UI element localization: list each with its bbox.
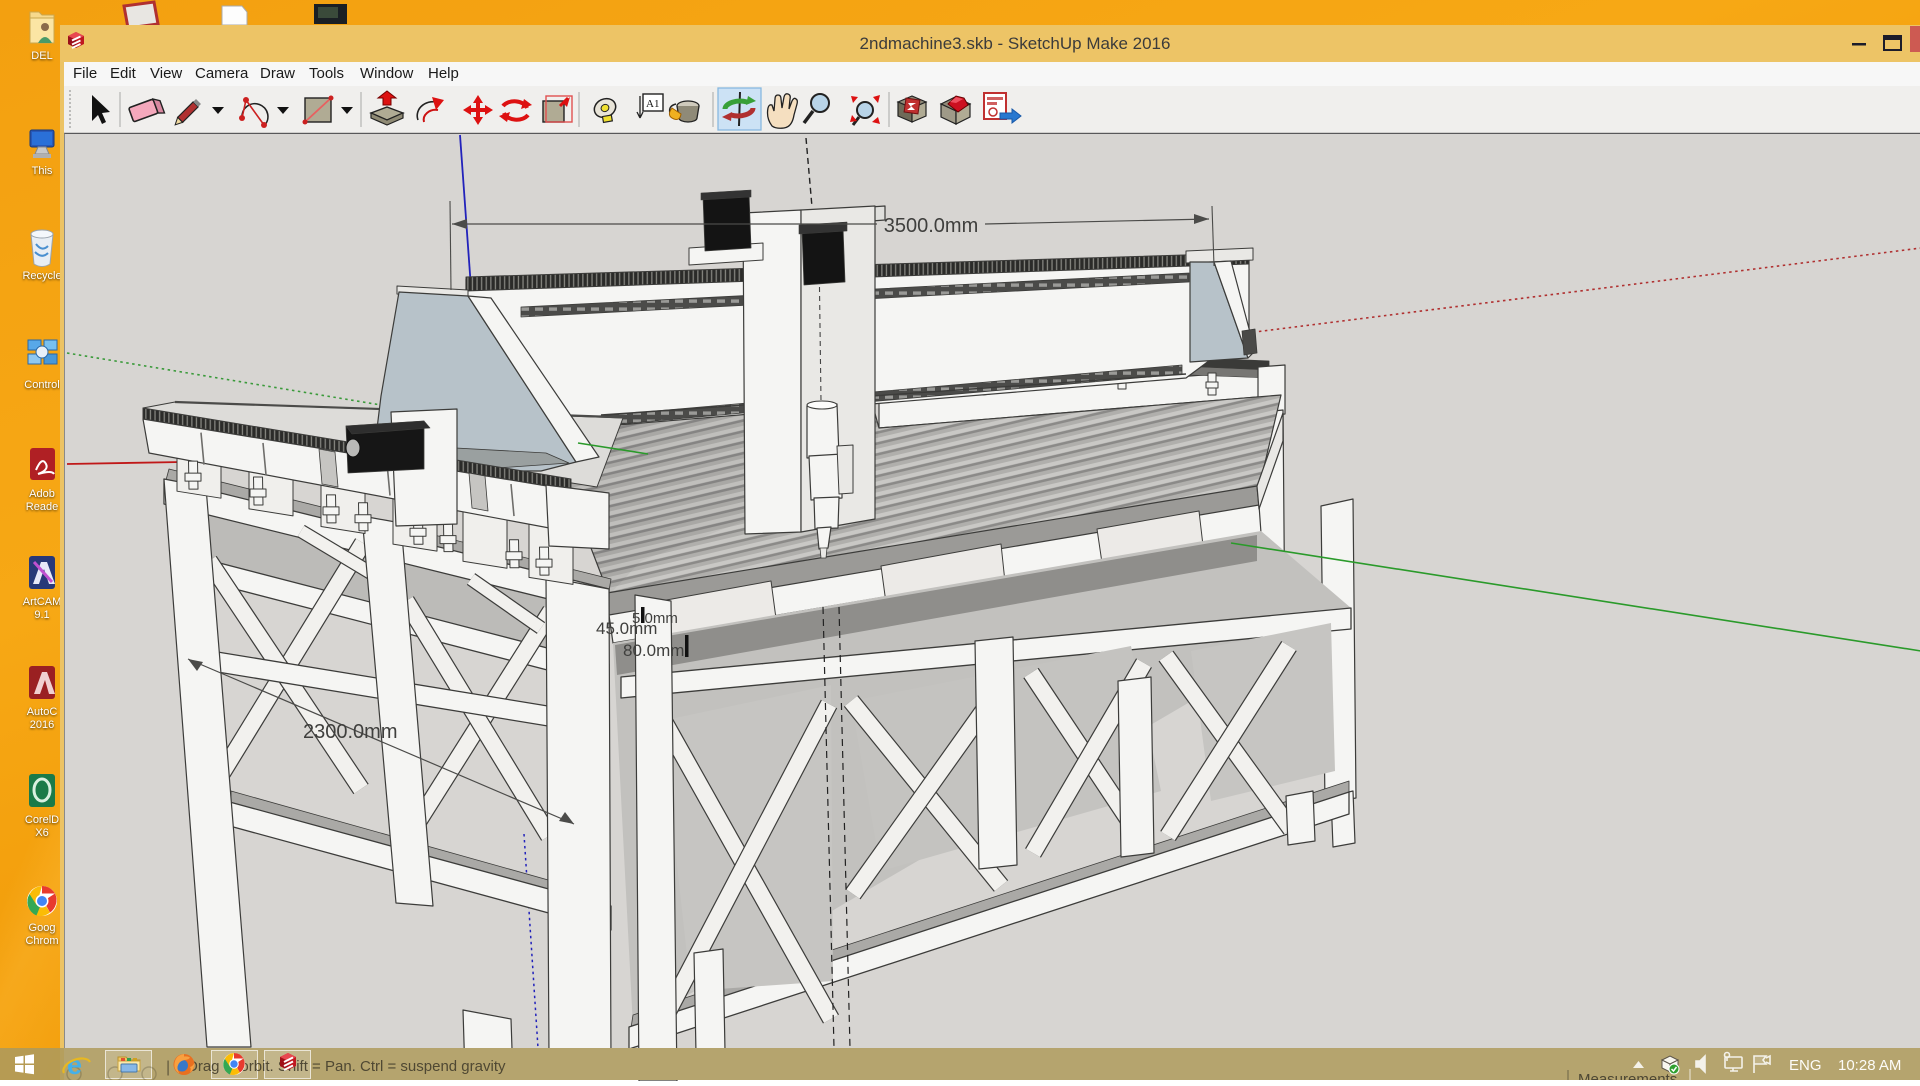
svg-text:2300.0mm: 2300.0mm (303, 721, 398, 743)
svg-text:Measurements: Measurements (1578, 1071, 1677, 1080)
svg-text:|: | (166, 1059, 170, 1076)
svg-text:A1: A1 (646, 98, 659, 110)
svg-text:80.0mm: 80.0mm (623, 641, 684, 660)
svg-text:3500.0mm: 3500.0mm (884, 215, 979, 237)
svg-text:ENG: ENG (1789, 1057, 1822, 1074)
svg-text:e: e (67, 1050, 82, 1080)
svg-text:45.0mm: 45.0mm (596, 619, 657, 638)
svg-text:10:28 AM: 10:28 AM (1838, 1057, 1901, 1074)
